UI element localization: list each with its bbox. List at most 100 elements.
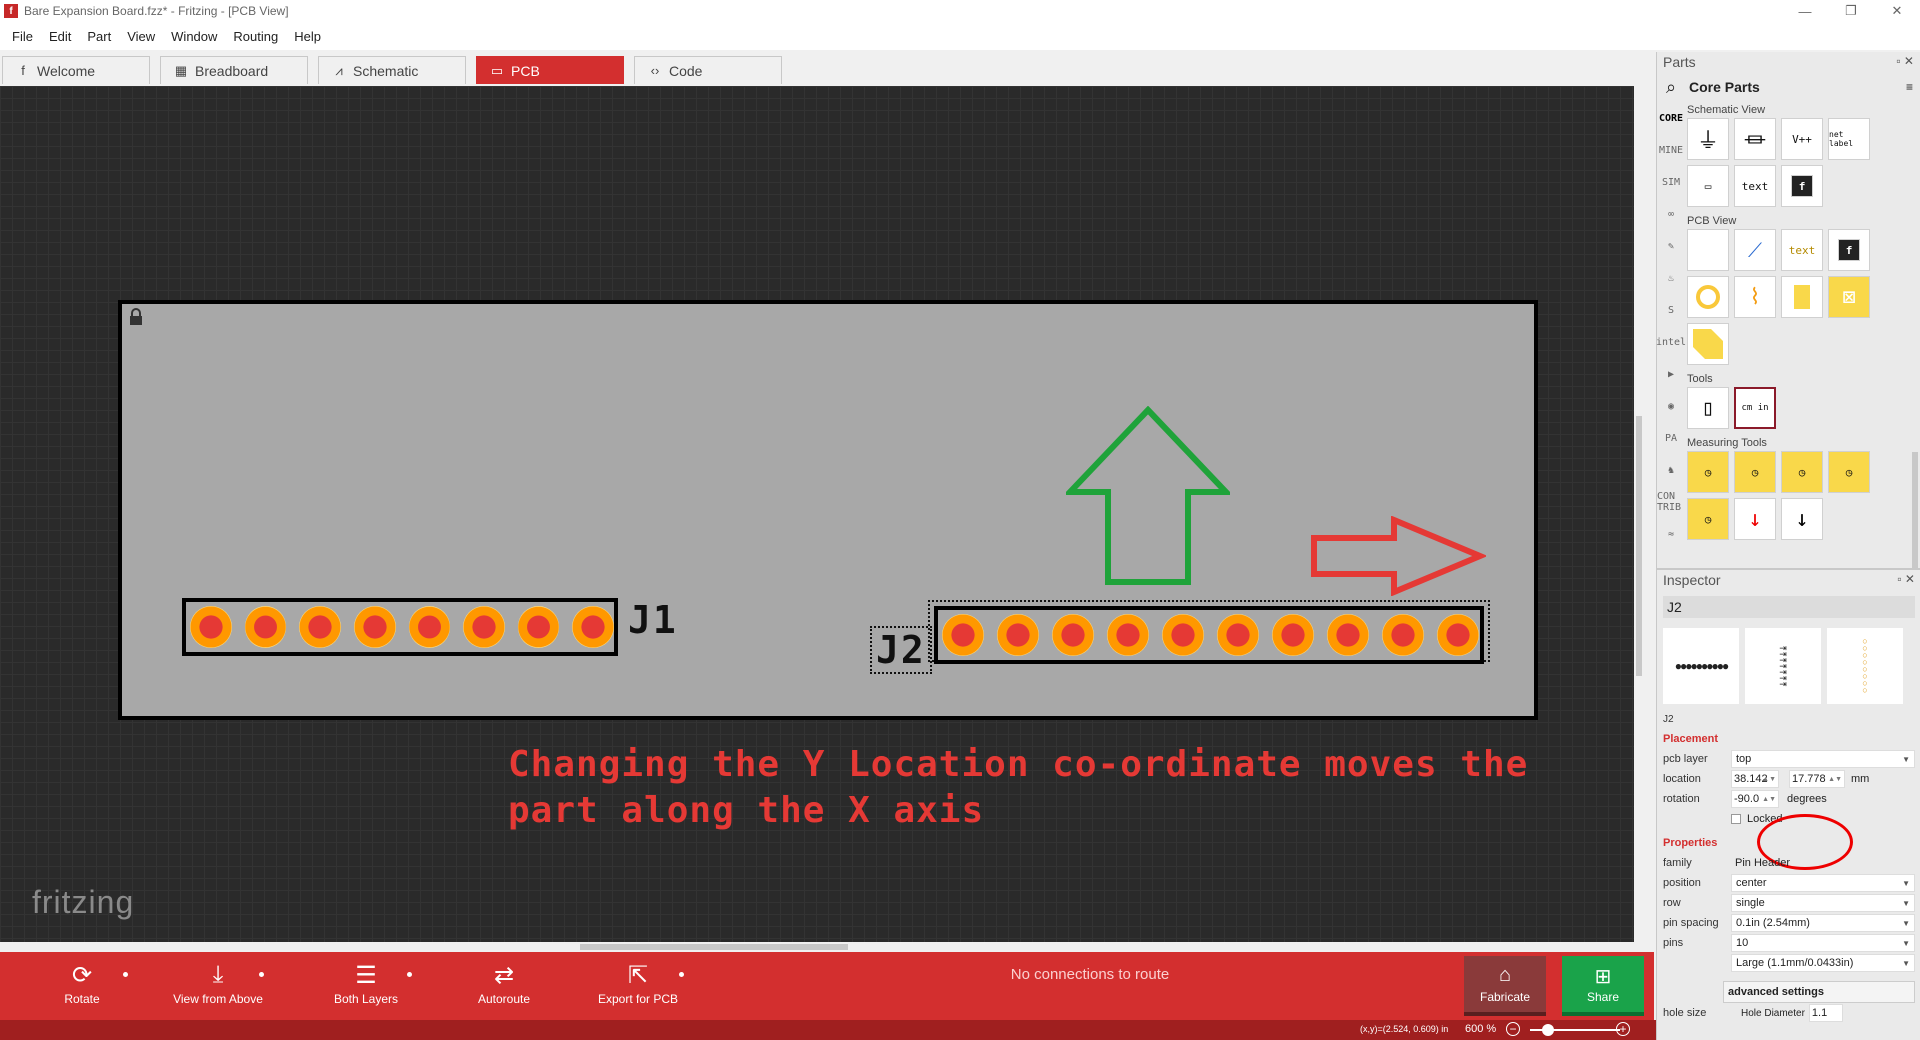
restore-icon[interactable]: ❐ bbox=[1828, 0, 1874, 22]
pcb-text-icon[interactable]: text bbox=[1781, 229, 1823, 271]
view-from-above-button[interactable]: ⤓ View from Above bbox=[158, 958, 278, 1006]
menu-routing[interactable]: Routing bbox=[225, 29, 286, 44]
pins-select[interactable]: 10 ▼ bbox=[1731, 934, 1915, 952]
copper-blocker-icon[interactable]: ⊠ bbox=[1828, 276, 1870, 318]
row-select[interactable]: single ▼ bbox=[1731, 894, 1915, 912]
tab-pcb[interactable]: ▭ PCB bbox=[476, 56, 624, 84]
position-select[interactable]: center ▼ bbox=[1731, 874, 1915, 892]
j1-header[interactable] bbox=[182, 598, 618, 656]
pin-pad bbox=[190, 606, 232, 648]
menu-window[interactable]: Window bbox=[163, 29, 225, 44]
note-icon[interactable]: ▯ bbox=[1687, 387, 1729, 429]
pin-spacing-select[interactable]: 0.1in (2.54mm) ▼ bbox=[1731, 914, 1915, 932]
bin-seeed[interactable]: ♨ bbox=[1657, 262, 1685, 294]
power-symbol-icon[interactable]: V++ bbox=[1781, 118, 1823, 160]
spinner-icon[interactable]: ▲▼ bbox=[1828, 776, 1842, 783]
blank-pcb-icon[interactable] bbox=[1687, 229, 1729, 271]
pcb-canvas[interactable]: J1 J2 Changing the Y Location co-ordinat… bbox=[0, 86, 1644, 942]
locked-checkbox[interactable] bbox=[1731, 814, 1741, 824]
horizontal-scrollbar[interactable] bbox=[0, 942, 1644, 952]
inspector-part-name[interactable]: J2 bbox=[1663, 596, 1915, 618]
spinner-icon[interactable]: ▲▼ bbox=[1762, 776, 1776, 783]
pcb-logo-icon[interactable]: f bbox=[1828, 229, 1870, 271]
j2-header[interactable] bbox=[934, 606, 1484, 664]
pad-size-select[interactable]: Large (1.1mm/0.0433in) ▼ bbox=[1731, 954, 1915, 972]
pcb-layer-select[interactable]: top ▼ bbox=[1731, 750, 1915, 768]
bin-snootlab[interactable]: ✎ bbox=[1657, 230, 1685, 262]
zoom-slider-handle[interactable] bbox=[1542, 1024, 1554, 1036]
schematic-logo-icon[interactable]: f bbox=[1781, 165, 1823, 207]
dropdown-dot-icon[interactable] bbox=[679, 972, 684, 977]
chevron-down-icon: ▼ bbox=[1902, 898, 1910, 908]
jumper-icon[interactable]: ⟋ bbox=[1734, 229, 1776, 271]
multimeter-icon[interactable]: ◷ bbox=[1734, 451, 1776, 493]
rotation-input[interactable]: -90.0 ▲▼ bbox=[1731, 790, 1779, 808]
spinner-icon[interactable]: ▲▼ bbox=[1762, 796, 1776, 803]
net-label-icon[interactable]: net label bbox=[1828, 118, 1870, 160]
dropdown-dot-icon[interactable] bbox=[259, 972, 264, 977]
autoroute-button[interactable]: ⇄ Autoroute bbox=[444, 958, 564, 1007]
tab-breadboard[interactable]: ▦ Breadboard bbox=[160, 56, 308, 84]
schematic-text-icon[interactable]: text bbox=[1734, 165, 1776, 207]
scrollbar-thumb[interactable] bbox=[580, 944, 848, 950]
hole-diameter-input[interactable]: 1.1 bbox=[1808, 1004, 1843, 1022]
j1-label[interactable]: J1 bbox=[628, 598, 678, 642]
panel-float-close-icon[interactable]: ▫ ✕ bbox=[1897, 572, 1915, 586]
trace-icon[interactable]: ⌇ bbox=[1734, 276, 1776, 318]
multimeter-icon[interactable]: ◷ bbox=[1687, 498, 1729, 540]
bin-sim[interactable]: SIM bbox=[1657, 166, 1685, 198]
bin-play[interactable]: ▶ bbox=[1657, 358, 1685, 390]
tab-code[interactable]: ‹› Code bbox=[634, 56, 782, 84]
via-icon[interactable] bbox=[1687, 276, 1729, 318]
minimize-icon[interactable]: — bbox=[1782, 0, 1828, 22]
share-button[interactable]: ⊞ Share bbox=[1562, 956, 1644, 1016]
bin-contrib[interactable]: CON TRIB bbox=[1657, 486, 1685, 518]
both-layers-button[interactable]: ☰ Both Layers bbox=[306, 958, 426, 1006]
tab-welcome[interactable]: f Welcome bbox=[2, 56, 150, 84]
bin-animal[interactable]: ♞ bbox=[1657, 454, 1685, 486]
bin-contrib-round[interactable]: ◉ bbox=[1657, 390, 1685, 422]
bin-sparkfun[interactable]: S bbox=[1657, 294, 1685, 326]
pad-icon[interactable] bbox=[1781, 276, 1823, 318]
bin-core[interactable]: CORE bbox=[1657, 102, 1685, 134]
location-x-input[interactable]: 38.142 ▲▼ bbox=[1731, 770, 1779, 788]
multimeter-icon[interactable]: ◷ bbox=[1687, 451, 1729, 493]
j2-label[interactable]: J2 bbox=[870, 626, 932, 674]
vertical-scrollbar[interactable] bbox=[1634, 86, 1644, 942]
menu-edit[interactable]: Edit bbox=[41, 29, 79, 44]
copper-fill-icon[interactable] bbox=[1687, 323, 1729, 365]
dropdown-dot-icon[interactable] bbox=[123, 972, 128, 977]
menu-file[interactable]: File bbox=[4, 29, 41, 44]
red-probe-icon[interactable]: ↓ bbox=[1734, 498, 1776, 540]
tab-schematic[interactable]: ⩘ Schematic bbox=[318, 56, 466, 84]
fabricate-button[interactable]: ⌂ Fabricate bbox=[1464, 956, 1546, 1016]
frame-ground-icon[interactable]: ⏛ bbox=[1734, 118, 1776, 160]
menu-part[interactable]: Part bbox=[79, 29, 119, 44]
bin-mine[interactable]: MINE bbox=[1657, 134, 1685, 166]
rotate-button[interactable]: ⟳ Rotate bbox=[22, 958, 142, 1006]
menu-view[interactable]: View bbox=[119, 29, 163, 44]
bin-more[interactable]: ≈ bbox=[1657, 518, 1685, 550]
bin-intel[interactable]: intel bbox=[1656, 326, 1686, 358]
black-probe-icon[interactable]: ↓ bbox=[1781, 498, 1823, 540]
export-pcb-button[interactable]: ⇱ Export for PCB bbox=[578, 958, 698, 1006]
bin-menu-icon[interactable]: ≡ bbox=[1906, 80, 1913, 94]
close-icon[interactable]: ✕ bbox=[1874, 0, 1920, 22]
scrollbar-thumb[interactable] bbox=[1636, 416, 1642, 676]
dropdown-dot-icon[interactable] bbox=[407, 972, 412, 977]
bin-pa[interactable]: PA bbox=[1657, 422, 1685, 454]
search-icon[interactable]: ⌕ bbox=[1657, 77, 1685, 98]
location-y-input[interactable]: 17.778 ▲▼ bbox=[1789, 770, 1845, 788]
multimeter-icon[interactable]: ◷ bbox=[1828, 451, 1870, 493]
menu-help[interactable]: Help bbox=[286, 29, 329, 44]
ruler-icon[interactable]: cm in bbox=[1734, 387, 1776, 429]
multimeter-icon[interactable]: ◷ bbox=[1781, 451, 1823, 493]
schematic-frame-icon[interactable]: ▭ bbox=[1687, 165, 1729, 207]
zoom-in-icon[interactable]: + bbox=[1616, 1022, 1630, 1036]
bin-arduino[interactable]: ∞ bbox=[1657, 198, 1685, 230]
prop-label: family bbox=[1663, 857, 1692, 869]
panel-float-close-icon[interactable]: ▫ ✕ bbox=[1896, 54, 1914, 68]
advanced-settings-group[interactable]: advanced settings bbox=[1723, 981, 1915, 1003]
ground-symbol-icon[interactable]: ⏚ bbox=[1687, 118, 1729, 160]
zoom-out-icon[interactable]: − bbox=[1506, 1022, 1520, 1036]
